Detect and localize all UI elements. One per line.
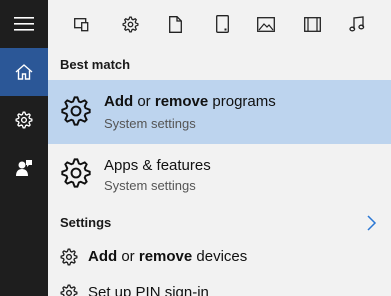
photo-icon xyxy=(257,16,275,32)
home-icon xyxy=(15,64,33,80)
gear-icon xyxy=(61,158,91,188)
result-apps-features[interactable]: Apps & features System settings xyxy=(48,144,391,204)
hamburger-menu-button[interactable] xyxy=(0,0,48,48)
filter-tablet-button[interactable] xyxy=(210,12,234,36)
settings-item-label: Set up PIN sign-in xyxy=(88,284,209,296)
title-part: devices xyxy=(192,248,248,265)
result-title: Add or remove programs xyxy=(104,93,276,110)
settings-item-add-remove-devices[interactable]: Add or remove devices xyxy=(48,241,391,273)
settings-button[interactable] xyxy=(0,96,48,144)
apps-icon xyxy=(74,18,89,32)
filter-apps-button[interactable] xyxy=(70,12,94,36)
gear-icon xyxy=(60,248,78,266)
best-match-result-add-remove-programs[interactable]: Add or remove programs System settings xyxy=(48,80,391,144)
title-part: or xyxy=(117,248,139,265)
filter-settings-button[interactable] xyxy=(118,12,142,36)
settings-header: Settings xyxy=(60,215,112,230)
music-note-icon xyxy=(349,16,365,32)
filter-bar xyxy=(48,0,391,48)
filter-music-button[interactable] xyxy=(345,12,369,36)
title-part: remove xyxy=(138,248,193,265)
result-subtitle: System settings xyxy=(104,116,196,131)
title-part: Add xyxy=(104,93,134,110)
best-match-header: Best match xyxy=(60,57,131,72)
chevron-right-icon[interactable] xyxy=(365,214,377,232)
filter-videos-button[interactable] xyxy=(300,12,324,36)
title-part: remove xyxy=(154,93,209,110)
result-subtitle: System settings xyxy=(104,178,196,193)
gear-icon xyxy=(61,96,91,126)
gear-icon xyxy=(60,284,78,296)
gear-icon xyxy=(15,111,33,129)
title-part: or xyxy=(133,93,155,110)
video-film-icon xyxy=(303,16,321,32)
hamburger-menu-icon xyxy=(14,17,34,31)
tablet-icon xyxy=(215,15,229,33)
document-icon xyxy=(168,15,182,33)
settings-gear-icon xyxy=(121,15,139,33)
settings-item-label: Add or remove devices xyxy=(88,248,247,265)
title-part: programs xyxy=(208,93,276,110)
title-part: Add xyxy=(88,248,118,265)
filter-documents-button[interactable] xyxy=(163,12,187,36)
left-rail xyxy=(0,0,48,296)
person-feedback-icon xyxy=(16,160,32,176)
home-button[interactable] xyxy=(0,48,48,96)
filter-photos-button[interactable] xyxy=(254,12,278,36)
feedback-button[interactable] xyxy=(0,144,48,192)
settings-item-set-up-pin[interactable]: Set up PIN sign-in xyxy=(48,277,391,296)
result-title: Apps & features xyxy=(104,157,211,174)
